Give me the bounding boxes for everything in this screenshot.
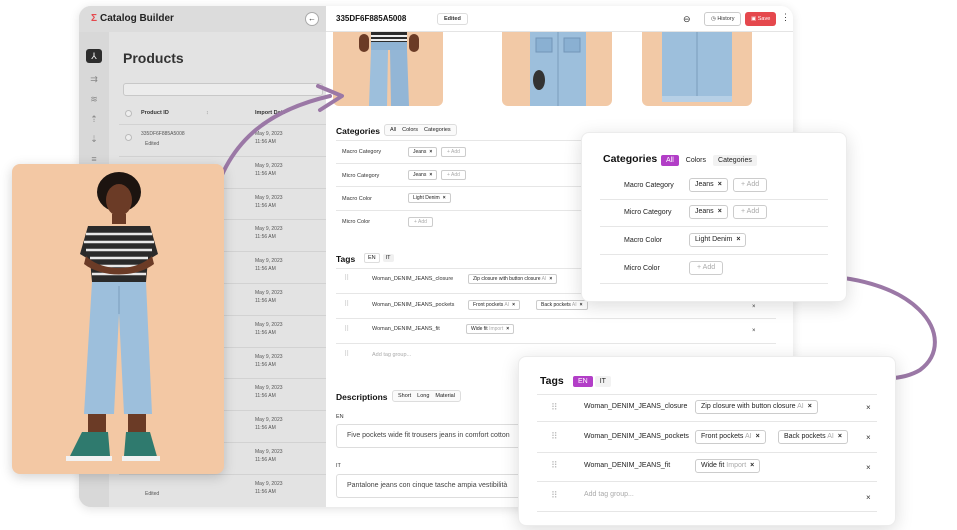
tags-tabs: EN IT bbox=[573, 374, 611, 388]
divider bbox=[537, 452, 877, 453]
categories-zoom-card: Categories All Colors Categories Macro C… bbox=[581, 132, 847, 302]
drag-handle-icon[interactable]: ⠿ bbox=[551, 431, 558, 442]
chip-text: Jeans bbox=[695, 208, 714, 215]
chip-text: Wide fit bbox=[701, 462, 725, 469]
chip-text: Zip closure with button closure bbox=[701, 403, 796, 410]
chip-light-denim[interactable]: Light Denim × bbox=[689, 233, 747, 247]
chip-text: Front pockets bbox=[701, 433, 744, 440]
drag-handle-icon[interactable]: ⠿ bbox=[551, 460, 558, 471]
chip-jeans[interactable]: Jeans × bbox=[689, 178, 728, 192]
chip-jeans[interactable]: Jeans × bbox=[689, 205, 728, 219]
chip-text: Back pockets bbox=[784, 433, 826, 440]
categories-tabs: All Colors Categories bbox=[661, 153, 757, 167]
micro-color-label: Micro Color bbox=[624, 265, 660, 272]
tab-en[interactable]: EN bbox=[573, 375, 593, 387]
divider bbox=[600, 199, 828, 200]
micro-category-label: Micro Category bbox=[624, 209, 672, 216]
divider bbox=[537, 511, 877, 512]
macro-category-label: Macro Category bbox=[624, 182, 674, 189]
tag-group-name: Woman_DENIM_JEANS_closure bbox=[584, 403, 688, 410]
divider bbox=[600, 254, 828, 255]
tab-categories[interactable]: Categories bbox=[713, 154, 757, 166]
chip-text: Jeans bbox=[695, 181, 714, 188]
add-button[interactable]: + Add bbox=[689, 261, 724, 275]
tags-title: Tags bbox=[540, 375, 564, 387]
chip-text: Light Denim bbox=[695, 236, 733, 243]
categories-title: Categories bbox=[603, 153, 658, 165]
close-icon[interactable]: × bbox=[718, 208, 722, 215]
tag-group-name: Woman_DENIM_JEANS_fit bbox=[584, 462, 671, 469]
tab-colors[interactable]: Colors bbox=[681, 155, 711, 166]
tag-chip[interactable]: Wide fit Import × bbox=[695, 459, 761, 473]
tag-chip[interactable]: Front pockets AI × bbox=[695, 430, 766, 444]
close-icon[interactable]: × bbox=[756, 433, 760, 440]
close-icon[interactable]: × bbox=[718, 181, 722, 188]
ai-badge: AI bbox=[744, 433, 752, 440]
divider bbox=[600, 226, 828, 227]
divider bbox=[537, 481, 877, 482]
drag-handle-icon[interactable]: ⠿ bbox=[551, 402, 558, 413]
tab-all[interactable]: All bbox=[661, 154, 679, 166]
model-photo bbox=[12, 164, 224, 474]
tab-it[interactable]: IT bbox=[594, 375, 611, 387]
remove-row-icon[interactable]: × bbox=[866, 403, 871, 412]
close-icon[interactable]: × bbox=[750, 462, 754, 469]
drag-handle-icon[interactable]: ⠿ bbox=[551, 490, 558, 501]
remove-row-icon[interactable]: × bbox=[866, 433, 871, 442]
ai-badge: AI bbox=[797, 403, 804, 410]
remove-row-icon[interactable]: × bbox=[866, 463, 871, 472]
woman-in-jeans-image bbox=[66, 172, 160, 461]
add-button[interactable]: + Add bbox=[733, 178, 768, 192]
arrow-to-photos bbox=[208, 94, 332, 214]
macro-color-label: Macro Color bbox=[624, 237, 663, 244]
tag-chip[interactable]: Zip closure with button closure AI × bbox=[695, 400, 818, 414]
close-icon[interactable]: × bbox=[838, 433, 842, 440]
remove-row-icon[interactable]: × bbox=[866, 493, 871, 502]
close-icon[interactable]: × bbox=[808, 403, 812, 410]
import-badge: Import bbox=[726, 462, 747, 469]
add-button[interactable]: + Add bbox=[733, 205, 768, 219]
add-tag-group-input[interactable]: Add tag group... bbox=[584, 491, 634, 498]
divider bbox=[537, 421, 877, 422]
tag-group-name: Woman_DENIM_JEANS_pockets bbox=[584, 433, 689, 440]
tags-zoom-card: Tags EN IT ⠿ Woman_DENIM_JEANS_closure Z… bbox=[518, 356, 896, 526]
close-icon[interactable]: × bbox=[736, 236, 740, 243]
divider bbox=[600, 283, 828, 284]
divider bbox=[537, 394, 877, 395]
ai-badge: AI bbox=[827, 433, 834, 440]
tag-chip[interactable]: Back pockets AI × bbox=[778, 430, 848, 444]
